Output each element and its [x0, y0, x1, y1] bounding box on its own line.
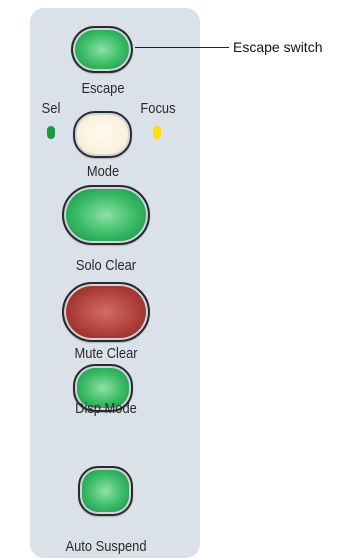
auto-suspend-label: Auto Suspend — [65, 538, 147, 555]
solo-clear-button[interactable] — [62, 185, 150, 245]
auto-suspend-button[interactable] — [78, 466, 133, 516]
escape-button[interactable] — [71, 26, 133, 73]
mode-button[interactable] — [73, 111, 132, 158]
focus-indicator-led — [153, 126, 161, 139]
mode-label: Mode — [86, 163, 120, 180]
solo-clear-label: Solo Clear — [75, 257, 137, 274]
escape-label: Escape — [81, 80, 125, 97]
sel-indicator-led — [47, 126, 55, 139]
callout-leader-line — [135, 47, 229, 48]
mute-clear-label: Mute Clear — [74, 345, 138, 362]
mute-clear-button[interactable] — [62, 282, 150, 342]
disp-mode-label: Disp Mode — [75, 400, 137, 417]
focus-label: Focus — [140, 100, 176, 117]
sel-label: Sel — [41, 100, 61, 117]
callout-label: Escape switch — [233, 39, 323, 55]
